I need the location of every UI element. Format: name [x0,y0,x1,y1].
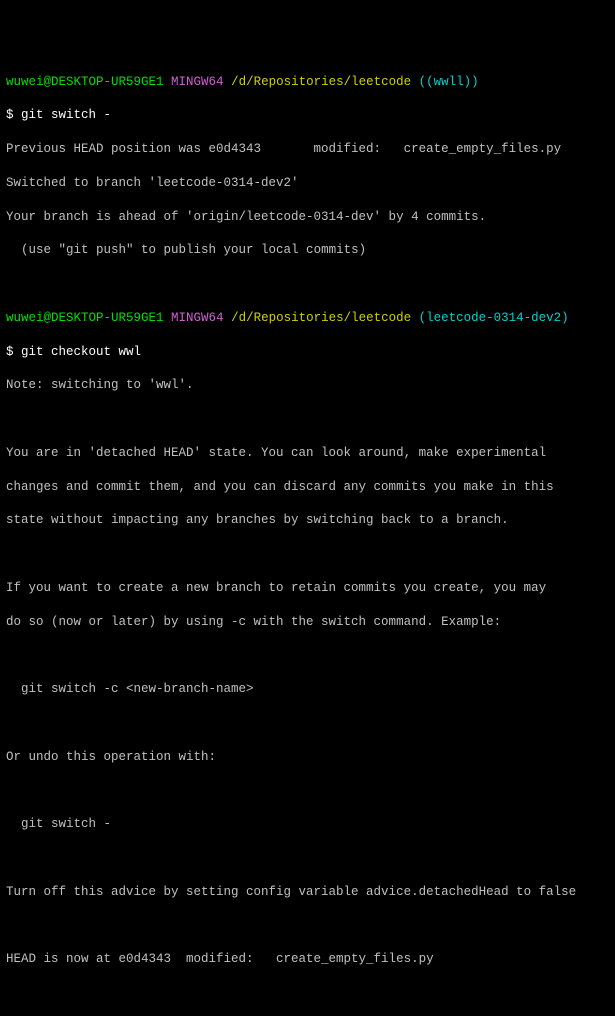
user: wuwei@DESKTOP-UR59GE1 [6,311,164,325]
prompt-line-2: wuwei@DESKTOP-UR59GE1 MINGW64 /d/Reposit… [6,310,609,327]
host: MINGW64 [171,75,224,89]
blank-line [6,647,609,664]
output-line: state without impacting any branches by … [6,512,609,529]
output-line: git switch - [6,816,609,833]
blank-line [6,985,609,1002]
command-input-1[interactable]: $ git switch - [6,107,609,124]
blank-line [6,546,609,563]
output-line: Previous HEAD position was e0d4343 modif… [6,141,609,158]
output-line: Your branch is ahead of 'origin/leetcode… [6,209,609,226]
output-line: changes and commit them, and you can dis… [6,479,609,496]
user: wuwei@DESKTOP-UR59GE1 [6,75,164,89]
output-line: Switched to branch 'leetcode-0314-dev2' [6,175,609,192]
output-line: git switch -c <new-branch-name> [6,681,609,698]
blank-line [6,276,609,293]
branch: ((wwll)) [419,75,479,89]
output-line: HEAD is now at e0d4343 modified: create_… [6,951,609,968]
blank-line [6,411,609,428]
host: MINGW64 [171,311,224,325]
path: /d/Repositories/leetcode [231,75,411,89]
prompt-line-1: wuwei@DESKTOP-UR59GE1 MINGW64 /d/Reposit… [6,74,609,91]
output-line: Note: switching to 'wwl'. [6,377,609,394]
output-line: You are in 'detached HEAD' state. You ca… [6,445,609,462]
command-input-2[interactable]: $ git checkout wwl [6,344,609,361]
blank-line [6,782,609,799]
output-line: If you want to create a new branch to re… [6,580,609,597]
output-line: Turn off this advice by setting config v… [6,884,609,901]
blank-line [6,850,609,867]
path: /d/Repositories/leetcode [231,311,411,325]
blank-line [6,917,609,934]
output-line: Or undo this operation with: [6,749,609,766]
output-line: do so (now or later) by using -c with th… [6,614,609,631]
blank-line [6,715,609,732]
output-line: (use "git push" to publish your local co… [6,242,609,259]
branch: (leetcode-0314-dev2) [419,311,569,325]
